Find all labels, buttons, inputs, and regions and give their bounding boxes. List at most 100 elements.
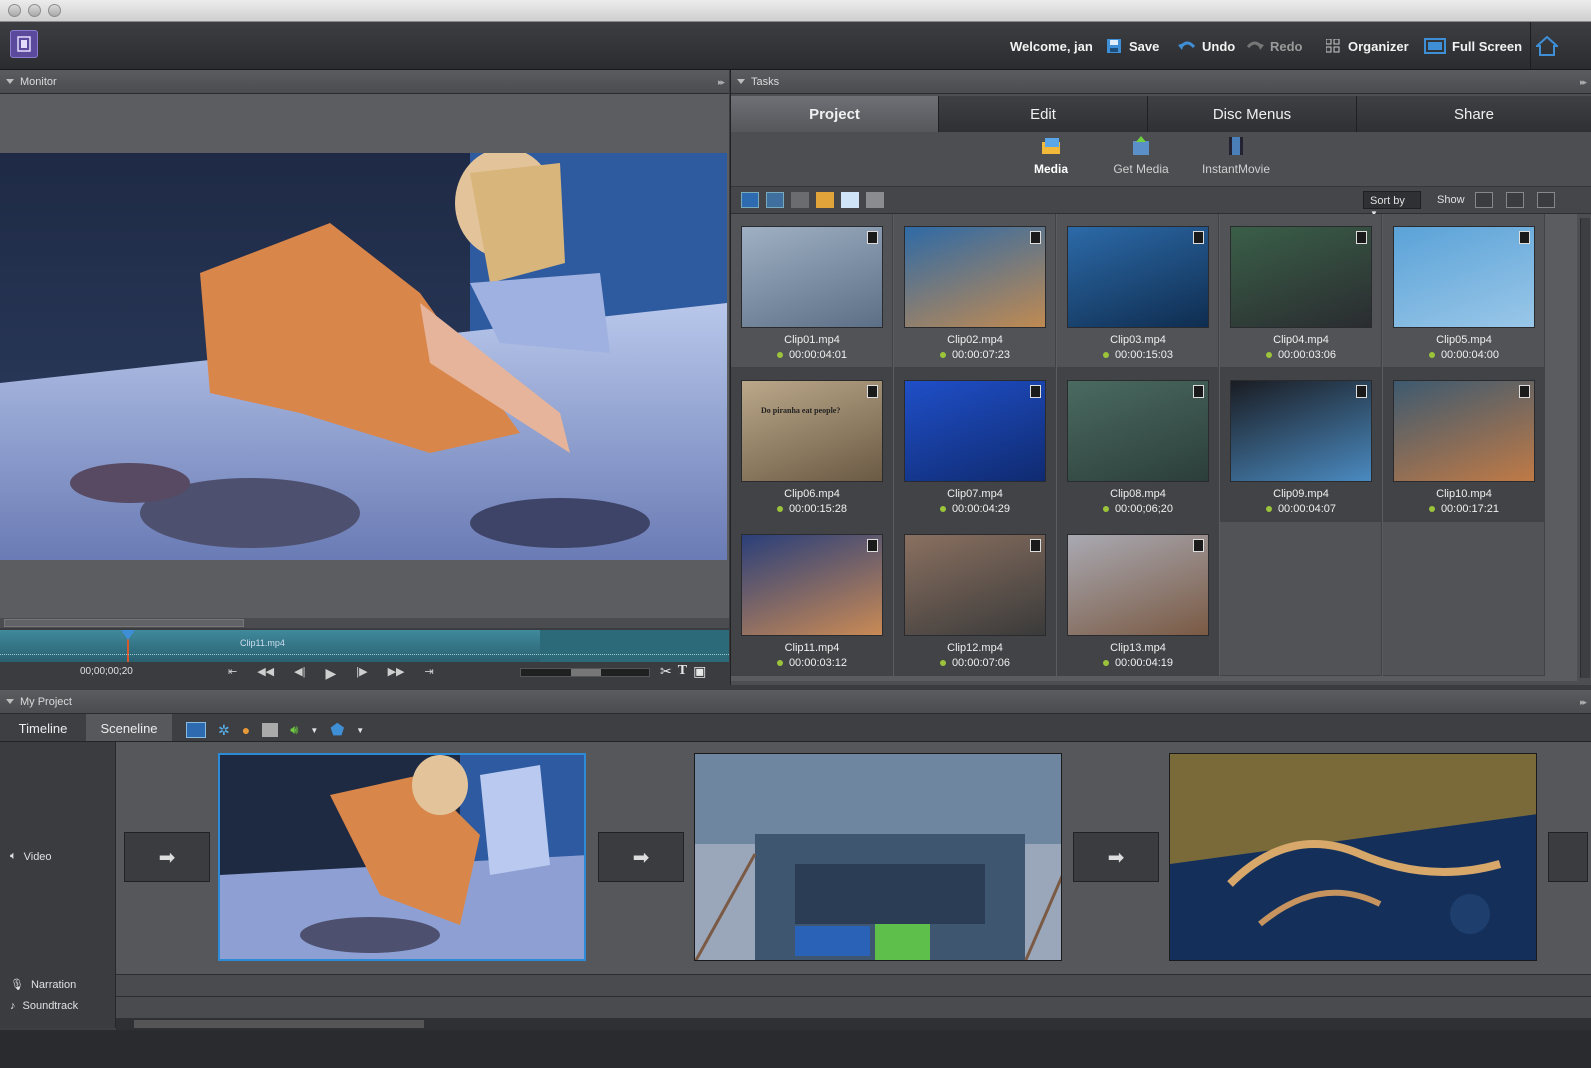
clip-thumbnail[interactable] <box>1230 380 1372 482</box>
subtab-get-media[interactable]: Get Media <box>1096 136 1186 182</box>
zoom-window-button[interactable] <box>48 4 61 17</box>
smart-fix-icon[interactable]: ✲ <box>218 722 230 739</box>
monitor-scroll-thumb[interactable] <box>4 619 244 627</box>
soundtrack-track-label[interactable]: ♪ Soundtrack <box>10 1000 78 1012</box>
transition-slot[interactable]: ➡ <box>598 832 684 882</box>
transition-slot[interactable] <box>1548 832 1588 882</box>
clip-thumbnail[interactable] <box>904 534 1046 636</box>
tab-edit[interactable]: Edit <box>939 96 1148 132</box>
media-scrollbar[interactable] <box>1580 218 1590 678</box>
panel-menu-icon[interactable]: ▸▸ <box>1580 77 1587 88</box>
panel-menu-icon[interactable]: ▸▸ <box>718 77 725 88</box>
media-clip-item[interactable]: Clip13.mp4 00:00:04:19 <box>1057 522 1219 676</box>
save-button[interactable]: Save <box>1105 22 1159 70</box>
narration-track[interactable] <box>116 974 1591 996</box>
scene-view-icon[interactable] <box>186 722 206 738</box>
clip-thumbnail[interactable] <box>741 226 883 328</box>
subtab-instantmovie[interactable]: InstantMovie <box>1191 136 1281 182</box>
collapse-triangle-icon[interactable] <box>6 79 14 84</box>
monitor-panel-header[interactable]: Monitor ▸▸ <box>0 70 729 94</box>
transition-slot[interactable]: ➡ <box>124 832 210 882</box>
properties-icon[interactable] <box>262 723 279 737</box>
timecode-display[interactable]: 00;00;00;20 <box>80 666 133 677</box>
monitor-video-frame[interactable] <box>0 153 727 560</box>
media-clip-item[interactable]: Clip05.mp4 00:00:04:00 <box>1383 214 1545 368</box>
chevron-down-icon[interactable]: ▼ <box>356 726 364 735</box>
tab-sceneline[interactable]: Sceneline <box>86 714 172 742</box>
close-window-button[interactable] <box>8 4 21 17</box>
media-clip-item[interactable]: Clip12.mp4 00:00:07:06 <box>894 522 1056 676</box>
scene-clip[interactable] <box>694 753 1062 961</box>
effects-icon[interactable]: ● <box>242 722 250 738</box>
new-folder-icon[interactable] <box>816 192 834 208</box>
split-clip-icon[interactable]: ✂ <box>660 663 672 680</box>
media-clip-item[interactable]: Clip09.mp4 00:00:04:07 <box>1220 368 1382 522</box>
sort-by-dropdown[interactable]: Sort by ▼ <box>1363 191 1421 218</box>
media-clip-item[interactable]: Clip03.mp4 00:00:15:03 <box>1057 214 1219 368</box>
show-images-icon[interactable] <box>1537 192 1555 208</box>
clip-thumbnail[interactable] <box>904 226 1046 328</box>
stack-icon[interactable] <box>791 192 809 208</box>
media-clip-item[interactable]: Clip01.mp4 00:00:04:01 <box>731 214 893 368</box>
clip-thumbnail[interactable] <box>1230 226 1372 328</box>
media-clip-item[interactable]: Clip02.mp4 00:00:07:23 <box>894 214 1056 368</box>
media-clip-item[interactable]: Clip04.mp4 00:00:03:06 <box>1220 214 1382 368</box>
media-clip-item[interactable]: Clip10.mp4 00:00:17:21 <box>1383 368 1545 522</box>
list-view-icon[interactable] <box>741 192 759 208</box>
clip-thumbnail[interactable] <box>1393 226 1535 328</box>
monitor-scrollbar[interactable] <box>0 618 729 628</box>
media-clip-item[interactable]: Clip08.mp4 00:00;06;20 <box>1057 368 1219 522</box>
soundtrack-track[interactable] <box>116 996 1591 1018</box>
rewind-icon[interactable]: ◀◀ <box>257 665 274 682</box>
clip-thumbnail[interactable] <box>741 534 883 636</box>
undo-button[interactable]: Undo <box>1178 22 1235 70</box>
tasks-panel-header[interactable]: Tasks ▸▸ <box>731 70 1591 94</box>
tab-project[interactable]: Project <box>731 96 939 132</box>
freeze-frame-icon[interactable]: ▣ <box>693 663 706 680</box>
show-video-icon[interactable] <box>1475 192 1493 208</box>
play-icon[interactable]: ▶ <box>325 665 336 682</box>
show-audio-icon[interactable] <box>1506 192 1524 208</box>
scene-clip[interactable] <box>218 753 586 961</box>
home-button[interactable] <box>1536 22 1558 70</box>
my-project-header[interactable]: My Project ▸▸ <box>0 690 1591 714</box>
transition-slot[interactable]: ➡ <box>1073 832 1159 882</box>
go-to-end-icon[interactable]: ⇥ <box>425 665 434 682</box>
redo-button[interactable]: Redo <box>1246 22 1303 70</box>
delete-icon[interactable] <box>866 192 884 208</box>
subtab-media[interactable]: Media <box>1011 136 1091 182</box>
tab-share[interactable]: Share <box>1357 96 1591 132</box>
tab-timeline[interactable]: Timeline <box>0 714 86 742</box>
full-screen-button[interactable]: Full Screen <box>1424 22 1522 70</box>
app-logo-icon[interactable] <box>10 30 38 58</box>
sceneline-scroll-thumb[interactable] <box>134 1020 424 1028</box>
media-clip-item[interactable]: Clip06.mp4 00:00:15:28 Do piranha eat peop… <box>731 368 893 522</box>
chevron-down-icon[interactable]: ▼ <box>310 726 318 735</box>
mini-timeline[interactable]: Clip11.mp4 <box>0 630 729 662</box>
collapse-triangle-icon[interactable] <box>737 79 745 84</box>
tab-disc-menus[interactable]: Disc Menus <box>1148 96 1357 132</box>
music-icon[interactable]: ♪ <box>10 1000 16 1012</box>
media-clip-item[interactable]: Clip11.mp4 00:00:03:12 <box>731 522 893 676</box>
new-item-icon[interactable] <box>841 192 859 208</box>
collapse-triangle-icon[interactable] <box>6 699 14 704</box>
marker-icon[interactable]: ⬟ <box>330 720 344 740</box>
narration-track-label[interactable]: 🎙︎ Narration <box>10 978 76 992</box>
shuttle-thumb[interactable] <box>571 669 601 676</box>
minimize-window-button[interactable] <box>28 4 41 17</box>
add-text-icon[interactable]: T <box>678 663 687 680</box>
media-clip-item[interactable]: Clip07.mp4 00:00:04:29 <box>894 368 1056 522</box>
clip-thumbnail[interactable] <box>1067 534 1209 636</box>
sceneline-scrollbar[interactable] <box>116 1018 1591 1030</box>
speaker-icon[interactable]: 🔈︎ <box>10 850 17 863</box>
step-forward-icon[interactable]: |▶ <box>356 665 367 682</box>
step-back-icon[interactable]: ◀| <box>294 665 305 682</box>
clip-thumbnail[interactable] <box>1393 380 1535 482</box>
shuttle-slider[interactable] <box>520 668 650 677</box>
clip-thumbnail[interactable] <box>1067 226 1209 328</box>
video-track-label[interactable]: 🔈︎ Video <box>10 850 52 863</box>
organizer-button[interactable]: Organizer <box>1324 22 1409 70</box>
clip-thumbnail[interactable] <box>904 380 1046 482</box>
go-to-start-icon[interactable]: ⇤ <box>228 665 237 682</box>
fast-forward-icon[interactable]: ▶▶ <box>388 665 405 682</box>
